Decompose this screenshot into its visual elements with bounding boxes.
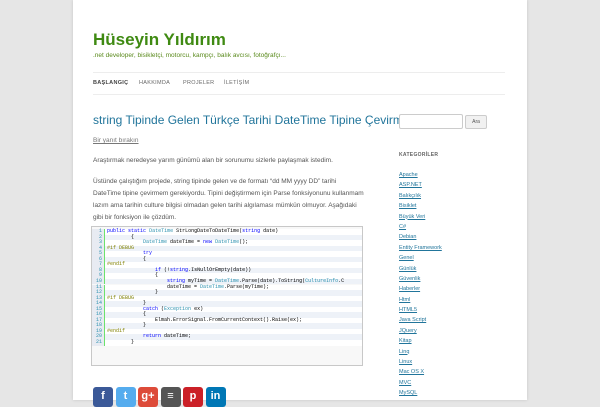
facebook-icon[interactable]: f [93, 387, 113, 407]
nav-item-home[interactable]: BAŞLANGIÇ [93, 80, 128, 86]
search-button[interactable]: Ara [465, 115, 487, 129]
post-paragraph-2: Üstünde çalıştığım projede, string tipin… [93, 178, 364, 221]
category-link[interactable]: MVC [399, 378, 505, 388]
categories-title: KATEGORİLER [399, 152, 439, 158]
category-link[interactable]: Mac OS X [399, 367, 505, 377]
pinterest-icon[interactable]: p [183, 387, 203, 407]
category-link[interactable]: JQuery [399, 326, 505, 336]
category-link[interactable]: HTML5 [399, 305, 505, 315]
google-plus-icon[interactable]: g+ [138, 387, 158, 407]
nav-item-about[interactable]: HAKKIMDA [139, 80, 170, 86]
category-link[interactable]: Java Script [399, 315, 505, 325]
code-text: } [107, 339, 135, 345]
post-paragraph-1: Araştırmak neredeyse yarım günümü alan b… [93, 157, 333, 164]
category-link[interactable]: Bisiklet [399, 201, 505, 211]
site-description: .net developer, bisikletçi, motorcu, kam… [93, 52, 286, 59]
category-link[interactable]: Html [399, 295, 505, 305]
category-link[interactable]: MySQL [399, 388, 505, 398]
category-link[interactable]: Günlük [399, 264, 505, 274]
category-link[interactable]: Apache [399, 170, 505, 180]
delicious-icon[interactable]: ≡ [160, 387, 181, 407]
category-link[interactable]: C# [399, 222, 505, 232]
category-link[interactable]: Büyük Veri [399, 212, 505, 222]
linkedin-icon[interactable]: in [205, 387, 226, 407]
categories-list: Apache ASP.NET Balıkçılık Bisiklet Büyük Ver… [399, 170, 505, 399]
code-line: 21 } [92, 339, 362, 346]
category-link[interactable]: Haberler [399, 284, 505, 294]
category-link[interactable]: Genel [399, 253, 505, 263]
line-number: 21 [92, 339, 105, 346]
twitter-icon[interactable]: t [115, 387, 136, 407]
nav-item-contact[interactable]: İLETİŞİM [224, 80, 249, 86]
category-link[interactable]: Kitap [399, 336, 505, 346]
category-link[interactable]: Linq [399, 347, 505, 357]
category-link[interactable]: Entity Framework [399, 243, 505, 253]
main-navigation: BAŞLANGIÇ HAKKIMDA PROJELER İLETİŞİM [93, 72, 505, 95]
post-title[interactable]: string Tipinde Gelen Türkçe Tarihi DateT… [93, 113, 416, 127]
category-link[interactable]: Balıkçılık [399, 191, 505, 201]
category-link[interactable]: Debian [399, 232, 505, 242]
code-block: 1 public static DateTime StrLongDateToDat… [91, 226, 363, 366]
category-link[interactable]: Linux [399, 357, 505, 367]
page-container: Hüseyin Yıldırım .net developer, bisikle… [73, 0, 527, 407]
search-input[interactable] [399, 114, 463, 129]
site-title[interactable]: Hüseyin Yıldırım [93, 30, 226, 50]
category-link[interactable]: ASP.NET [399, 180, 505, 190]
nav-item-projects[interactable]: PROJELER [183, 80, 214, 86]
category-link[interactable]: Güvenlik [399, 274, 505, 284]
reply-link[interactable]: Bir yanıt bırakın [93, 137, 139, 144]
